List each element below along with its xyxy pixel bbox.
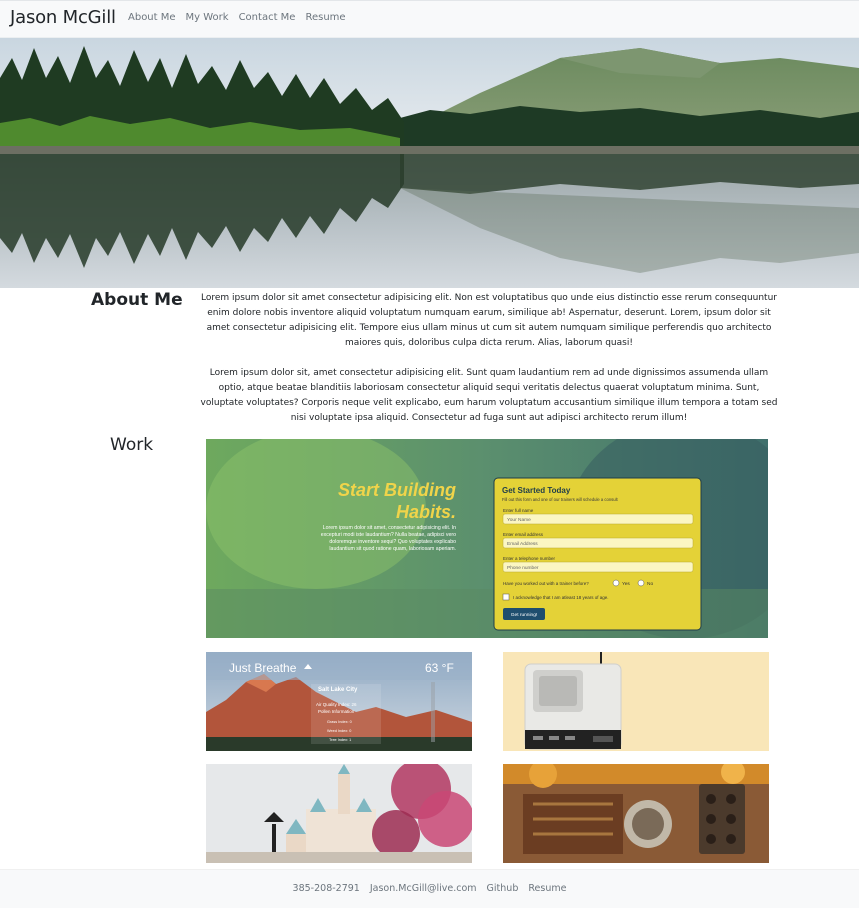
no-label: No xyxy=(647,581,653,587)
yes-radio[interactable] xyxy=(612,579,620,587)
no-radio[interactable] xyxy=(637,579,645,587)
form-title: Get Started Today xyxy=(502,486,571,495)
work-thumbnail-circuit[interactable] xyxy=(503,764,769,863)
hero-lake-image xyxy=(0,38,859,288)
weather-city: Salt Lake City xyxy=(318,687,358,693)
form-subtitle: Fill out this form and one of our traine… xyxy=(502,497,619,502)
footer-email[interactable]: Jason.McGill@live.com xyxy=(370,883,477,894)
work-heading: Work xyxy=(110,435,154,455)
featured-blurb-1: Lorem ipsum dolor sit amet, consectetur … xyxy=(323,525,456,531)
featured-headline-2: Habits. xyxy=(396,502,456,522)
about-paragraph-2: Lorem ipsum dolor sit, amet consectetur … xyxy=(200,368,778,423)
featured-headline-1: Start Building xyxy=(338,480,456,500)
weather-tree: Tree Index: 1 xyxy=(329,738,351,742)
weather-temperature: 63 °F xyxy=(425,661,454,675)
footer-links: 385-208-2791 Jason.McGill@live.com Githu… xyxy=(0,883,859,894)
work-thumbnail-weather[interactable]: Just Breathe 63 °F Salt Lake City Air Qu… xyxy=(206,652,472,751)
work-thumbnail-castle[interactable] xyxy=(206,764,472,863)
weather-air-quality: Air Quality Index: 26 xyxy=(316,702,357,707)
age-checkbox[interactable] xyxy=(502,593,510,601)
work-featured-project[interactable]: Start Building Habits. Lorem ipsum dolor… xyxy=(206,439,768,638)
nav-links: About Me My Work Contact Me Resume xyxy=(128,12,346,23)
footer: 385-208-2791 Jason.McGill@live.com Githu… xyxy=(0,869,859,908)
nav-about-me[interactable]: About Me xyxy=(128,12,176,23)
email-placeholder: Email Address xyxy=(507,541,538,547)
brand-name[interactable]: Jason McGill xyxy=(10,7,116,28)
nav-contact-me[interactable]: Contact Me xyxy=(239,12,296,23)
navbar: Jason McGill About Me My Work Contact Me… xyxy=(0,0,859,38)
nav-resume[interactable]: Resume xyxy=(305,12,345,23)
name-input[interactable] xyxy=(502,513,694,525)
submit-label: Get running! xyxy=(511,612,537,618)
weather-weed: Weed Index: 0 xyxy=(327,729,351,733)
name-label: Enter full name xyxy=(503,508,534,513)
weather-info-panel xyxy=(311,684,381,744)
name-placeholder: Your Name xyxy=(507,517,531,523)
footer-phone[interactable]: 385-208-2791 xyxy=(293,883,360,894)
footer-resume[interactable]: Resume xyxy=(528,883,566,894)
weather-grass: Grass Index: 0 xyxy=(327,720,352,724)
weather-pollen: Pollen Information xyxy=(318,709,355,714)
work-thumbnail-printer[interactable] xyxy=(503,652,769,751)
age-check-label: I acknowledge that I am atleast 18 years… xyxy=(513,595,609,600)
weather-title: Just Breathe xyxy=(229,661,297,675)
featured-blurb-4: laudantium sit quod ratione quam, labori… xyxy=(329,546,456,552)
about-paragraph-1: Lorem ipsum dolor sit amet consectetur a… xyxy=(201,293,777,348)
email-label: Enter email address xyxy=(503,532,544,537)
about-heading: About Me xyxy=(91,290,183,310)
nav-my-work[interactable]: My Work xyxy=(186,12,229,23)
phone-label: Enter a telephone number xyxy=(503,556,556,561)
featured-blurb-2: excepturi modi iste laudantium? Nulla be… xyxy=(321,532,456,538)
yes-label: Yes xyxy=(622,581,630,587)
footer-github[interactable]: Github xyxy=(487,883,519,894)
phone-placeholder: Phone number xyxy=(507,565,539,571)
trainer-question: Have you worked out with a trainer befor… xyxy=(503,581,589,586)
featured-blurb-3: doloremque inventore sequi? Quo voluptat… xyxy=(329,539,456,545)
